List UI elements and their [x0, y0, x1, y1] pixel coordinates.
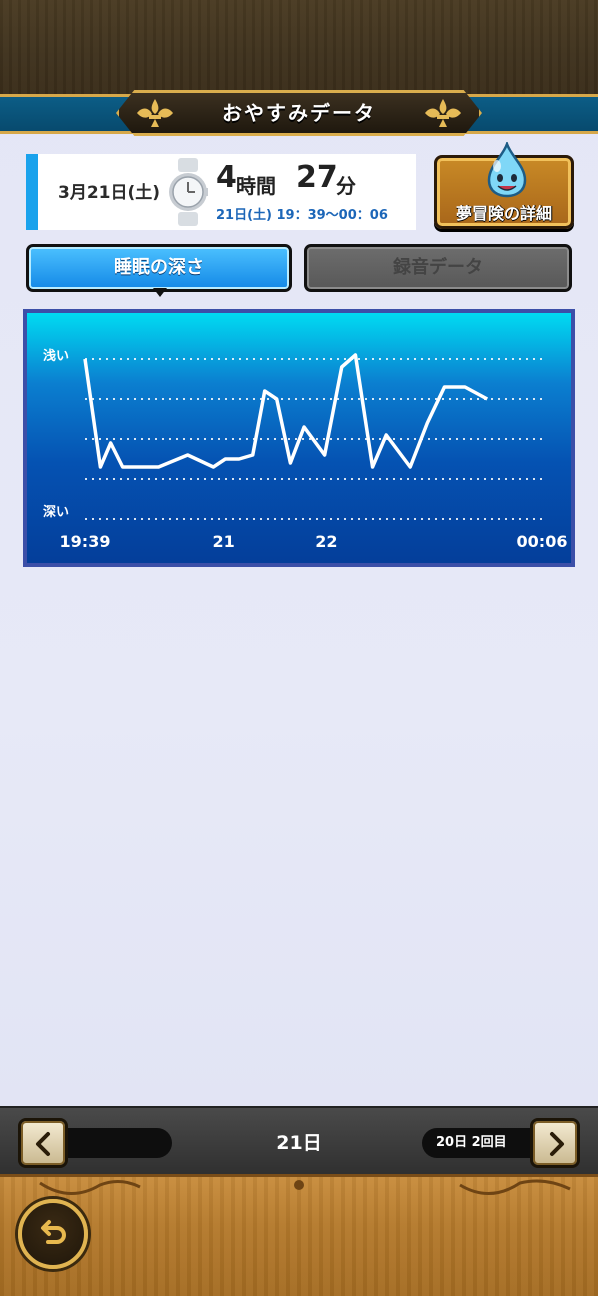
- adventure-detail-button[interactable]: 夢冒険の詳細: [434, 142, 574, 229]
- sleep-summary-card: 3月21日(土) 4 時間 27 分 21日(土) 19：39～00：06: [26, 154, 416, 230]
- back-button[interactable]: [18, 1199, 88, 1269]
- back-arrow-icon: [41, 1220, 66, 1244]
- day-navigation-bar: 21日 20日 2回目: [0, 1106, 598, 1174]
- chart-plot: 19:39 21 22 00:06: [60, 353, 568, 551]
- x-tick-label: 00:06: [517, 532, 568, 551]
- x-tick-label: 22: [315, 532, 337, 551]
- sleep-depth-line: [83, 353, 489, 469]
- page-title: おやすみデータ: [222, 101, 376, 125]
- y-axis-label-deep: 深い: [43, 505, 70, 520]
- duration-minutes: 27: [296, 160, 338, 195]
- x-tick-label: 21: [213, 532, 235, 551]
- sleep-time-range: 21日(土) 19：39～00：06: [216, 208, 388, 223]
- sleep-date: 3月21日(土): [58, 183, 161, 203]
- y-axis-label-shallow: 浅い: [43, 349, 70, 364]
- next-session-label[interactable]: 20日 2回目: [422, 1128, 540, 1158]
- tab-recording-data[interactable]: 録音データ: [304, 244, 572, 292]
- active-tab-pointer: [153, 288, 167, 297]
- footer-wood-background: [0, 1174, 598, 1296]
- watch-icon: [169, 158, 208, 226]
- adventure-detail-label: 夢冒険の詳細: [455, 204, 552, 223]
- header-wood-background: [0, 0, 598, 94]
- duration-minutes-unit: 分: [336, 174, 356, 198]
- duration-hours: 4: [216, 160, 237, 195]
- slime-icon: [487, 142, 527, 198]
- chevron-right-icon: [550, 1132, 564, 1156]
- footer-ornament: [39, 1179, 571, 1195]
- next-day-button[interactable]: [530, 1118, 580, 1168]
- duration-hours-unit: 時間: [236, 174, 276, 198]
- sleep-depth-chart: 19:39 21 22 00:06 浅い 深い: [23, 309, 575, 567]
- x-tick-label: 19:39: [60, 532, 111, 551]
- tab-sleep-depth[interactable]: 睡眠の深さ: [26, 244, 292, 292]
